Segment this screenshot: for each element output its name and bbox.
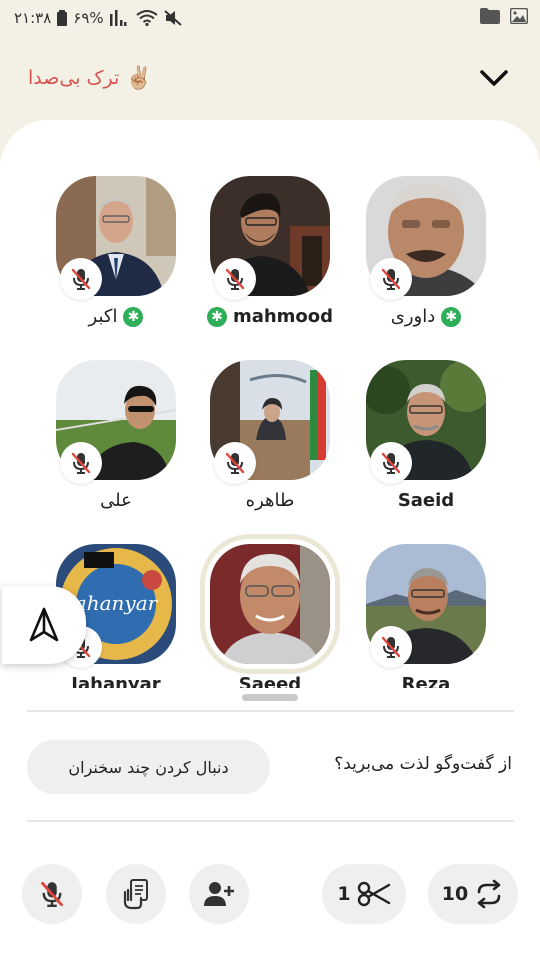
mute-icon [163,10,182,26]
replay-count: 10 [441,883,469,905]
divider [27,820,514,822]
muted-mic-badge [60,442,102,484]
speaker-name-row: Jahanyar [36,674,196,688]
battery-percent: ۶۹% [73,9,104,27]
add-speaker-button[interactable] [189,864,249,924]
status-bar: ۲۱:۳۸ ۶۹% [0,0,540,36]
enjoy-prompt: از گفت‌وگو لذت می‌برید؟ [334,754,512,774]
scissors-icon [357,881,390,907]
status-time: ۲۱:۳۸ [14,9,52,27]
speaker-tile[interactable]: Saeid [364,360,488,520]
speaker-name: Saeid [397,490,455,511]
battery-icon [57,10,68,26]
speaker-name: اکبر [88,306,118,327]
mic-muted-icon [381,452,401,474]
status-left: ۲۱:۳۸ ۶۹% [14,9,182,27]
speaker-tile[interactable]: علی [54,360,178,520]
speaker-name-row: علی [36,490,196,511]
send-plane-icon [29,607,59,642]
signal-icon [109,10,130,26]
mic-muted-icon [71,268,91,290]
speaker-name-row: Saeid [346,490,506,511]
wifi-icon [136,10,158,26]
speaker-tile[interactable]: داوری ✱ [364,176,488,336]
clip-count: 1 [337,883,351,905]
raise-hand-button[interactable] [106,864,166,924]
speaker-name-row: ✱ mahmood [190,306,350,327]
speaker-name-row: طاهره [190,490,350,511]
raise-hand-icon [123,879,148,910]
speaker-name-row: Reza [346,674,506,688]
status-right [480,7,529,28]
speaker-name: mahmood [232,306,334,327]
divider [27,710,514,712]
speaker-name: طاهره [245,490,295,511]
moderator-badge-icon: ✱ [123,306,144,327]
replay-button[interactable]: 10 [428,864,518,924]
mic-muted-icon [381,636,401,658]
leave-label: ترک بی‌صدا [28,67,120,89]
share-room-button[interactable] [2,586,86,664]
moderator-badge-icon: ✱ [206,306,227,327]
follow-speakers-button[interactable]: دنبال کردن چند سخنران [27,740,270,794]
speaker-name-row: داوری ✱ [346,306,506,327]
speaker-tile[interactable]: اکبر ✱ [54,176,178,336]
mic-muted-icon [41,881,63,907]
add-user-icon [204,882,234,906]
speaker-name-row: Saeed [190,674,350,688]
muted-mic-badge [214,258,256,300]
folder-icon [480,8,500,28]
speaker-tile[interactable]: طاهره [208,360,332,520]
speaker-avatar [210,544,330,664]
mic-muted-icon [225,452,245,474]
muted-mic-badge [214,442,256,484]
speaker-name: Jahanyar [71,674,161,688]
speaker-name: Saeed [238,674,302,688]
peace-hand-icon: ✌🏼 [125,65,153,91]
speaker-name: علی [100,490,132,511]
mic-toggle-button[interactable] [22,864,82,924]
muted-mic-badge [60,258,102,300]
image-icon [509,7,529,28]
chevron-down-icon [480,70,508,86]
muted-mic-badge [370,626,412,668]
clip-button[interactable]: 1 [322,864,406,924]
repeat-icon [477,879,501,909]
collapse-button[interactable] [476,60,512,96]
muted-mic-badge [370,258,412,300]
moderator-badge-icon: ✱ [441,306,462,327]
speaker-tile[interactable]: Reza [364,544,488,688]
drag-handle[interactable] [242,694,298,701]
room-header: ترک بی‌صدا ✌🏼 [0,48,540,108]
speaker-name: داوری [390,306,436,327]
speaker-tile[interactable]: Saeed [200,534,340,688]
mic-muted-icon [71,452,91,474]
mic-muted-icon [381,268,401,290]
speaker-name-row: اکبر ✱ [36,306,196,327]
muted-mic-badge [370,442,412,484]
mic-muted-icon [225,268,245,290]
speaker-tile[interactable]: ✱ mahmood [206,176,333,336]
leave-quietly-button[interactable]: ترک بی‌صدا ✌🏼 [28,66,153,91]
svg-text:ahanyar: ahanyar [75,591,159,615]
speaker-name: Reza [401,674,451,688]
room-card: اکبر ✱ ✱ mahmood داوری ✱ علی طاهره Saeid… [0,120,540,960]
